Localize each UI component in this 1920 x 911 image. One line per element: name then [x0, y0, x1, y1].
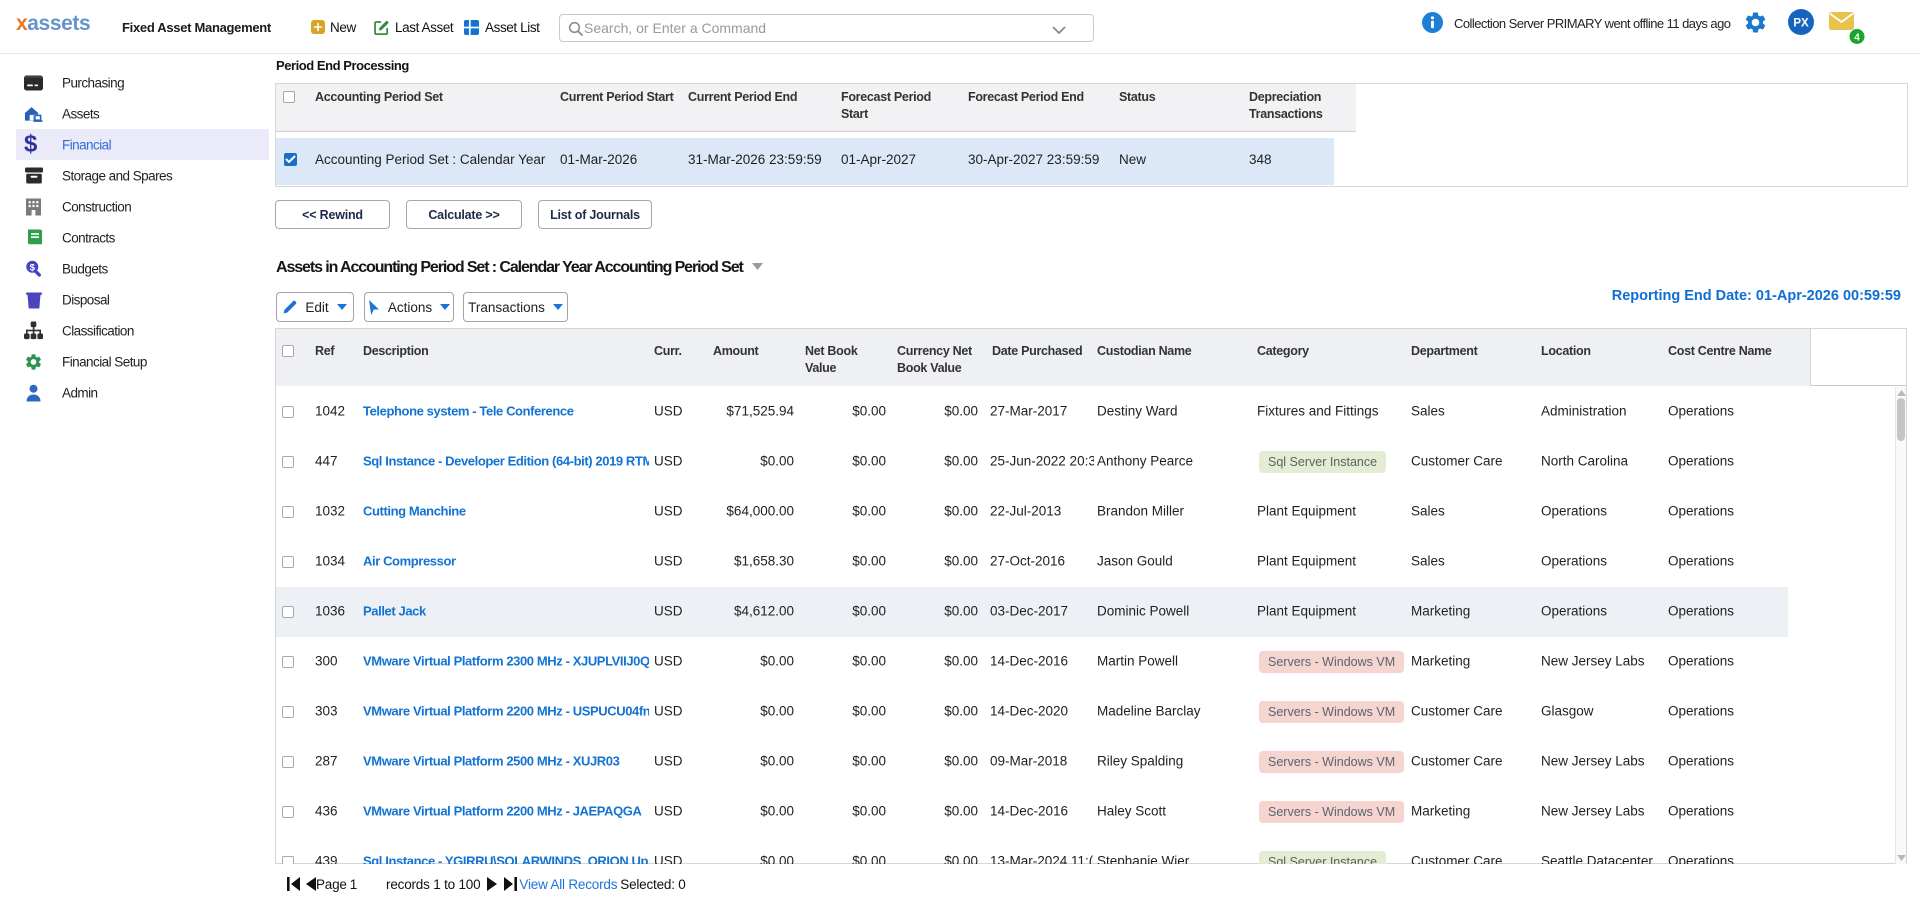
svg-text:4: 4: [1854, 32, 1860, 43]
svg-text:PX: PX: [1793, 18, 1809, 30]
